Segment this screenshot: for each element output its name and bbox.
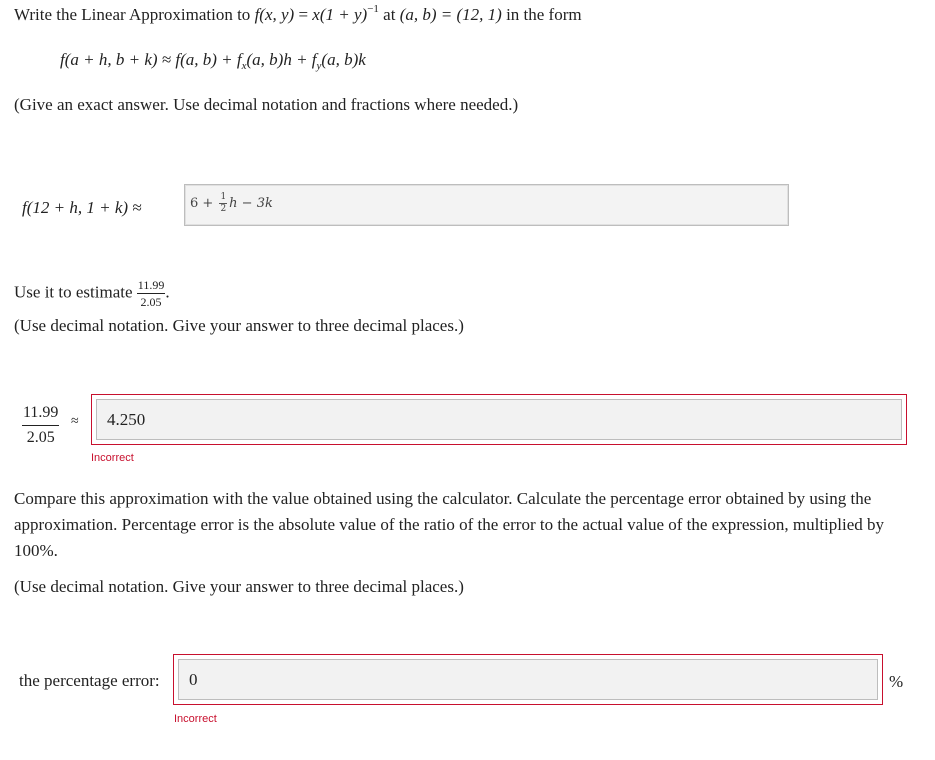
instruction-decimal-2: (Use decimal notation. Give your answer … <box>14 577 464 596</box>
estimate-feedback: Incorrect <box>91 452 134 464</box>
point-value: (a, b) = (12, 1) <box>399 5 502 24</box>
estimate-answer-wrapper: 4.250 <box>91 394 907 445</box>
function-exponent: −1 <box>367 3 379 15</box>
percentage-error-input[interactable]: 0 <box>178 659 878 700</box>
approx-symbol: ≈ <box>71 414 79 429</box>
at-text: at <box>383 5 396 24</box>
linear-approximation-input[interactable]: 6 + 12h − 3k <box>184 184 789 226</box>
form-formula: f(a + h, b + k) ≈ f(a, b) + fx(a, b)h + … <box>60 50 366 72</box>
linear-approximation-expression: 6 + 12h − 3k <box>190 192 273 214</box>
estimate-lhs-fraction: 11.99 2.05 <box>22 404 60 446</box>
percentage-error-label: the percentage error: <box>19 671 160 690</box>
estimate-lhs: 11.99 2.05 <box>22 404 60 446</box>
intro-text: Write the Linear Approximation to <box>14 5 251 24</box>
function-rhs: x(1 + y) <box>312 5 368 24</box>
estimate-answer-input[interactable]: 4.250 <box>96 399 902 440</box>
function-lhs: f(x, y) <box>254 5 295 24</box>
comparison-paragraph: Compare this approximation with the valu… <box>14 489 885 560</box>
percentage-error-wrapper: 0 <box>173 654 883 705</box>
part1-lhs-label: f(12 + h, 1 + k) ≈ <box>22 198 142 217</box>
instruction-decimal-1: (Use decimal notation. Give your answer … <box>14 316 464 335</box>
percent-unit: % <box>889 672 904 691</box>
percentage-error-feedback: Incorrect <box>174 713 217 725</box>
estimate-prompt: Use it to estimate 11.99 2.05. <box>14 278 170 309</box>
estimate-fraction: 11.99 2.05 <box>136 278 166 309</box>
half-fraction: 12 <box>219 192 228 214</box>
question-intro: Write the Linear Approximation to f(x, y… <box>14 3 582 25</box>
instruction-exact: (Give an exact answer. Use decimal notat… <box>14 95 519 114</box>
in-form-text: in the form <box>506 5 582 24</box>
